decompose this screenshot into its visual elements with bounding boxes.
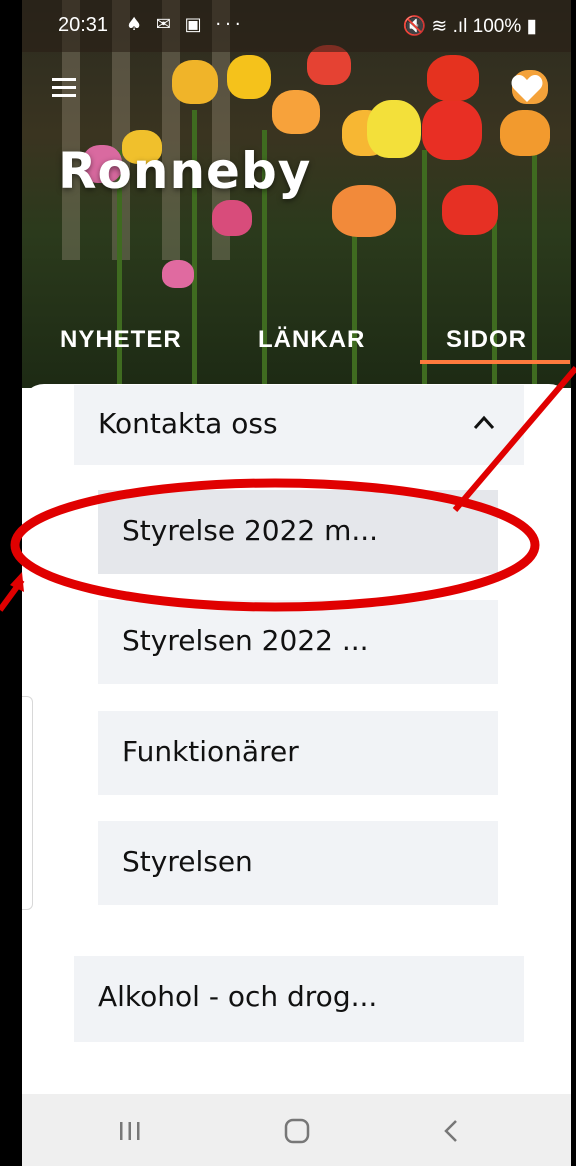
section-label: Alkohol - och drog... (98, 980, 378, 1013)
notification-icons: ♠ ✉ ▣ ··· (126, 14, 245, 35)
hamburger-icon[interactable] (52, 78, 78, 98)
navigation-bar (22, 1094, 571, 1166)
app-title: Ronneby (58, 142, 312, 200)
section-alkohol-och-drog[interactable]: Alkohol - och drog... (74, 956, 524, 1042)
tab-lankar[interactable]: LÄNKAR (258, 326, 365, 354)
chevron-up-icon (473, 415, 495, 430)
list-item-funktionarer[interactable]: Funktionärer (98, 711, 498, 795)
active-tab-indicator (420, 360, 570, 364)
status-bar: 20:31 ♠ ✉ ▣ ··· 🔇 ≋ .ıl 100% ▮ (22, 0, 571, 52)
list-item-styrelse-2022-m[interactable]: Styrelse 2022 m... (98, 490, 498, 574)
device-frame: 20:31 ♠ ✉ ▣ ··· 🔇 ≋ .ıl 100% ▮ Ronneby N… (0, 0, 576, 1166)
phone-screen: 20:31 ♠ ✉ ▣ ··· 🔇 ≋ .ıl 100% ▮ Ronneby N… (22, 0, 571, 1166)
back-icon[interactable] (432, 1114, 472, 1148)
side-panel-handle[interactable] (22, 696, 33, 910)
tab-bar: NYHETER LÄNKAR SIDOR (22, 318, 571, 388)
list-item-label: Funktionärer (122, 735, 299, 768)
list-item-label: Styrelsen (122, 845, 253, 878)
section-kontakta-oss[interactable]: Kontakta oss (74, 385, 524, 465)
status-indicators: 🔇 ≋ .ıl 100% ▮ (402, 16, 537, 37)
section-label: Kontakta oss (98, 407, 278, 440)
home-icon[interactable] (277, 1114, 317, 1148)
list-item-label: Styrelsen 2022 ... (122, 624, 369, 657)
list-item-label: Styrelse 2022 m... (122, 514, 379, 547)
status-time: 20:31 (58, 14, 109, 36)
recent-apps-icon[interactable] (110, 1114, 150, 1148)
header-image: 20:31 ♠ ✉ ▣ ··· 🔇 ≋ .ıl 100% ▮ Ronneby N… (22, 0, 571, 388)
tab-nyheter[interactable]: NYHETER (60, 326, 182, 354)
list-item-styrelsen-2022[interactable]: Styrelsen 2022 ... (98, 600, 498, 684)
tab-sidor[interactable]: SIDOR (446, 326, 527, 354)
list-item-styrelsen[interactable]: Styrelsen (98, 821, 498, 905)
heart-icon[interactable] (510, 72, 544, 104)
